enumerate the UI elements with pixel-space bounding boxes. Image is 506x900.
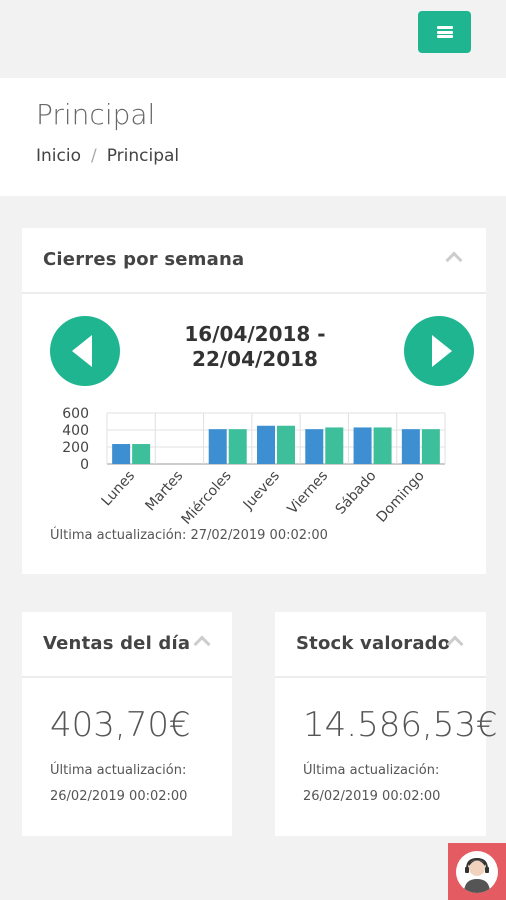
bar (353, 427, 372, 464)
card-header[interactable]: Ventas del día (22, 612, 232, 678)
stock-update-value: 26/02/2019 00:02:00 (303, 789, 441, 804)
x-tick-label: Viernes (285, 468, 332, 517)
bar (132, 444, 151, 464)
x-axis-labels: Lunes MartesMiércoles Jueves Viernes SábadoD… (99, 468, 428, 528)
chart-grid (106, 412, 446, 465)
x-tick-label: Sábado (333, 468, 380, 518)
card-title: Cierres por semana (43, 249, 245, 270)
top-bar (0, 0, 506, 76)
support-avatar-icon (456, 850, 498, 893)
prev-week-button[interactable] (50, 316, 120, 386)
card-header[interactable]: Cierres por semana (22, 228, 486, 294)
y-tick-label: 200 (62, 440, 89, 456)
hamburger-icon (436, 26, 453, 38)
breadcrumb: Inicio / Principal (36, 146, 179, 166)
x-tick-label: Miércoles (179, 468, 235, 528)
card-title: Stock valorado (296, 633, 451, 654)
stock-update-label: Última actualización: (303, 763, 440, 778)
date-range-start: 16/04/2018 - (184, 322, 326, 346)
chevron-up-icon[interactable] (193, 635, 211, 653)
help-button[interactable] (448, 843, 506, 900)
daily-sales-update-label: Última actualización: (50, 763, 187, 778)
weekly-bar-chart: 0200400600 Lunes MartesMiércoles Jueves Vie… (62, 406, 446, 528)
menu-button[interactable] (418, 11, 471, 53)
chevron-up-icon[interactable] (445, 251, 463, 269)
bar (305, 429, 324, 464)
weekly-last-update: Última actualización: 27/02/2019 00:02:0… (50, 528, 328, 543)
bar (208, 429, 227, 464)
arrow-left-icon (72, 335, 92, 367)
next-week-button[interactable] (404, 316, 474, 386)
date-range: 16/04/2018 - 22/04/2018 (150, 322, 360, 372)
chart-bars (112, 425, 440, 464)
stock-value: 14.586,53€ (303, 705, 498, 745)
x-tick-label: Domingo (374, 468, 428, 526)
y-tick-label: 600 (62, 406, 89, 422)
page-header (0, 78, 506, 196)
arrow-right-icon (432, 335, 452, 367)
x-tick-label: Jueves (240, 468, 283, 513)
x-tick-label: Martes (143, 468, 187, 514)
card-title: Ventas del día (43, 633, 191, 654)
date-range-end: 22/04/2018 (192, 347, 318, 371)
bar (325, 427, 344, 464)
breadcrumb-inicio[interactable]: Inicio (36, 146, 81, 166)
card-header[interactable]: Stock valorado (275, 612, 486, 678)
y-tick-label: 0 (80, 457, 89, 473)
bar (373, 427, 392, 464)
bar (257, 425, 275, 464)
x-tick-label: Lunes (99, 468, 138, 509)
bar (228, 429, 247, 464)
bar (421, 429, 440, 464)
daily-sales-update-value: 26/02/2019 00:02:00 (50, 789, 188, 804)
page-title: Principal (36, 98, 156, 131)
daily-sales-value: 403,70€ (50, 705, 191, 745)
y-tick-label: 400 (62, 423, 89, 439)
breadcrumb-separator: / (90, 146, 97, 166)
bar (112, 444, 131, 464)
bar (277, 425, 295, 464)
y-axis-ticks: 0200400600 (62, 406, 89, 473)
bar (401, 429, 420, 464)
breadcrumb-principal: Principal (106, 146, 180, 166)
